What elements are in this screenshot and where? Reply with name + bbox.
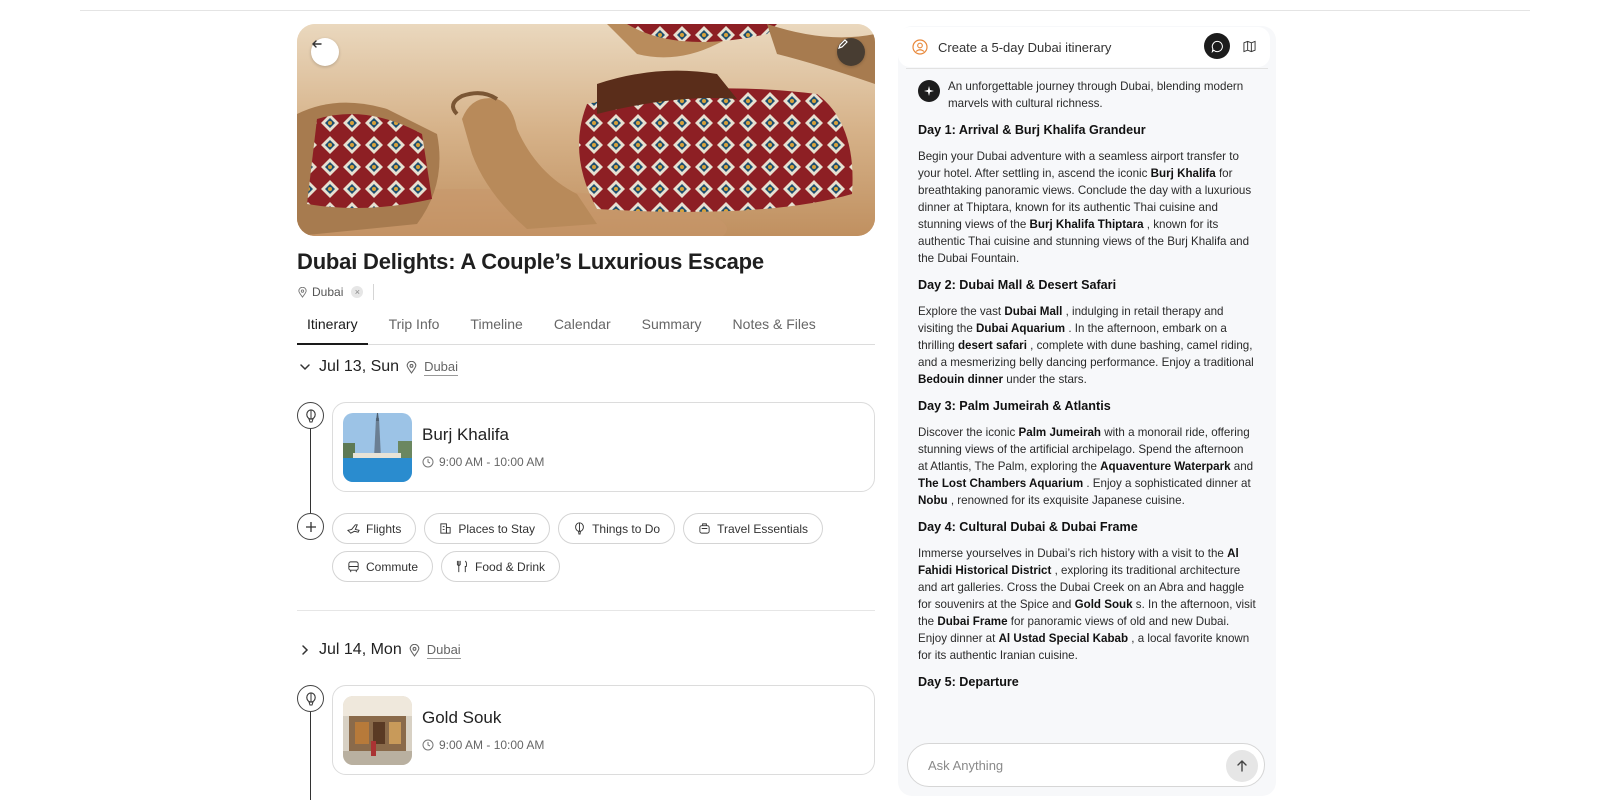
building-icon [440, 523, 451, 534]
plus-icon [305, 521, 316, 532]
pencil-icon [838, 39, 848, 49]
luggage-icon [699, 523, 710, 534]
day-header[interactable]: Jul 13, Sun Dubai [297, 358, 459, 376]
activity-marker [297, 685, 324, 712]
day-2-text: Explore the vast Dubai Mall , indulging … [918, 305, 1254, 386]
ai-intro-text: An unforgettable journey through Dubai, … [948, 80, 1244, 110]
activity-thumbnail [343, 695, 412, 765]
activity-time-row: 9:00 AM - 10:00 AM [422, 455, 544, 469]
map-pin-icon [409, 643, 420, 657]
day-place[interactable]: Dubai [424, 359, 459, 376]
add-category-chips: Flights Places to Stay Things to Do Trav… [332, 513, 832, 582]
plane-icon [347, 524, 360, 534]
ai-intro: An unforgettable journey through Dubai, … [918, 78, 1256, 112]
travel-essentials-chip[interactable]: Travel Essentials [683, 513, 824, 544]
trip-tabs: Itinerary Trip Info Timeline Calendar Su… [297, 314, 875, 345]
flights-chip[interactable]: Flights [332, 513, 417, 544]
commute-chip-label: Commute [366, 559, 419, 574]
day-date: Jul 14, Mon [319, 641, 402, 658]
chat-bubble-icon [1211, 40, 1223, 53]
activity-title: Burj Khalifa [422, 425, 509, 444]
chevron-down-icon[interactable] [297, 359, 313, 375]
user-icon [912, 39, 928, 55]
travel-essentials-chip-label: Travel Essentials [717, 521, 809, 536]
balloon-icon [305, 691, 316, 705]
day-3-heading: Day 3: Palm Jumeirah & Atlantis [918, 399, 1111, 413]
sparkle-icon [918, 80, 940, 102]
add-item-button[interactable] [297, 513, 324, 540]
places-to-stay-chip-label: Places to Stay [458, 521, 536, 536]
tab-itinerary[interactable]: Itinerary [297, 314, 368, 345]
tab-timeline[interactable]: Timeline [460, 314, 532, 345]
day-3-text: Discover the iconic Palm Jumeirah with a… [918, 426, 1254, 507]
timeline-connector [310, 428, 311, 524]
camel-photo [297, 24, 875, 236]
bus-icon [348, 561, 359, 573]
day-5-heading: Day 5: Departure [918, 675, 1019, 689]
view-toggle [1204, 33, 1262, 59]
send-button[interactable] [1226, 750, 1258, 782]
utensils-icon [456, 560, 467, 573]
balloon-icon [575, 522, 584, 535]
day-date: Jul 13, Sun [319, 358, 400, 375]
chevron-right-icon[interactable] [297, 642, 313, 658]
places-to-stay-chip[interactable]: Places to Stay [424, 513, 551, 544]
ask-input[interactable] [928, 757, 1208, 773]
day-divider [297, 610, 875, 611]
tab-summary[interactable]: Summary [632, 314, 712, 345]
top-divider [80, 10, 1530, 11]
clock-icon [422, 739, 434, 751]
food-drink-chip-label: Food & Drink [475, 559, 546, 574]
ask-box [907, 743, 1265, 787]
day-place[interactable]: Dubai [426, 642, 461, 659]
balloon-icon [305, 408, 316, 422]
trip-location-label: Dubai [312, 285, 344, 299]
day-4-heading: Day 4: Cultural Dubai & Dubai Frame [918, 520, 1138, 534]
map-pin-icon [406, 360, 417, 374]
trip-main: Dubai Delights: A Couple’s Luxurious Esc… [297, 24, 875, 345]
panel-divider [906, 68, 1268, 69]
day-1-text: Begin your Dubai adventure with a seamle… [918, 150, 1252, 265]
activity-marker [297, 402, 324, 429]
prompt-header: Create a 5-day Dubai itinerary [898, 27, 1270, 67]
activity-card[interactable]: Gold Souk 9:00 AM - 10:00 AM [332, 685, 875, 775]
back-button[interactable] [311, 38, 339, 66]
day-2-heading: Day 2: Dubai Mall & Desert Safari [918, 278, 1117, 292]
things-to-do-chip-label: Things to Do [592, 521, 661, 536]
activity-card[interactable]: Burj Khalifa 9:00 AM - 10:00 AM [332, 402, 875, 492]
map-pin-icon [298, 286, 307, 298]
clock-icon [422, 456, 434, 468]
activity-time-row: 9:00 AM - 10:00 AM [422, 738, 544, 752]
day-1-heading: Day 1: Arrival & Burj Khalifa Grandeur [918, 123, 1146, 137]
activity-thumbnail [343, 412, 412, 482]
commute-chip[interactable]: Commute [332, 551, 434, 582]
timeline-connector [310, 711, 311, 800]
prompt-text: Create a 5-day Dubai itinerary [938, 39, 1112, 55]
flights-chip-label: Flights [366, 521, 402, 536]
tab-calendar[interactable]: Calendar [544, 314, 621, 345]
chat-view-button[interactable] [1204, 33, 1230, 59]
day-4-text: Immerse yourselves in Dubai’s rich histo… [918, 547, 1256, 662]
day-header[interactable]: Jul 14, Mon Dubai [297, 641, 461, 659]
activity-title: Gold Souk [422, 708, 502, 727]
edit-cover-button[interactable] [837, 38, 865, 66]
activity-time: 9:00 AM - 10:00 AM [439, 738, 545, 752]
activity-time: 9:00 AM - 10:00 AM [439, 455, 545, 469]
map-icon [1242, 40, 1256, 52]
tab-trip-info[interactable]: Trip Info [379, 314, 450, 345]
map-view-button[interactable] [1236, 33, 1262, 59]
location-separator [373, 284, 375, 300]
tab-notes-files[interactable]: Notes & Files [723, 314, 826, 345]
things-to-do-chip[interactable]: Things to Do [558, 513, 676, 544]
hero-image [297, 24, 875, 236]
food-drink-chip[interactable]: Food & Drink [441, 551, 561, 582]
trip-title: Dubai Delights: A Couple’s Luxurious Esc… [297, 249, 764, 274]
arrow-up-icon [1237, 760, 1247, 772]
trip-location-row: Dubai × [297, 284, 875, 300]
remove-location-button[interactable]: × [351, 286, 364, 298]
chat-response: An unforgettable journey through Dubai, … [918, 78, 1256, 738]
arrow-left-icon [312, 40, 322, 48]
